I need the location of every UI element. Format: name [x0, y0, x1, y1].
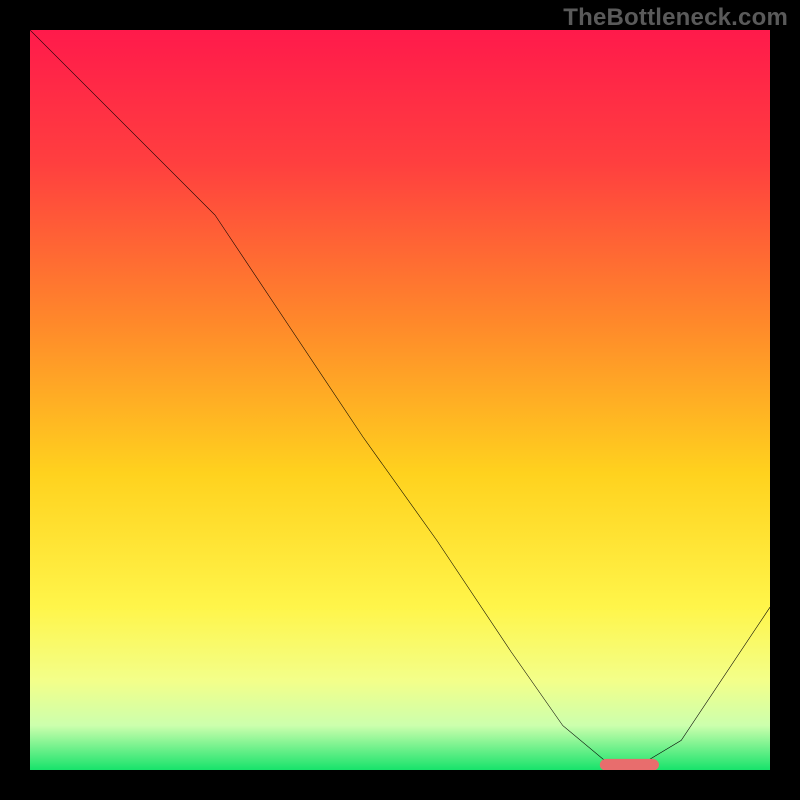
chart-plot	[30, 30, 770, 770]
watermark-text: TheBottleneck.com	[563, 4, 788, 32]
optimal-range-marker	[600, 759, 659, 770]
chart-frame: TheBottleneck.com	[0, 0, 800, 800]
